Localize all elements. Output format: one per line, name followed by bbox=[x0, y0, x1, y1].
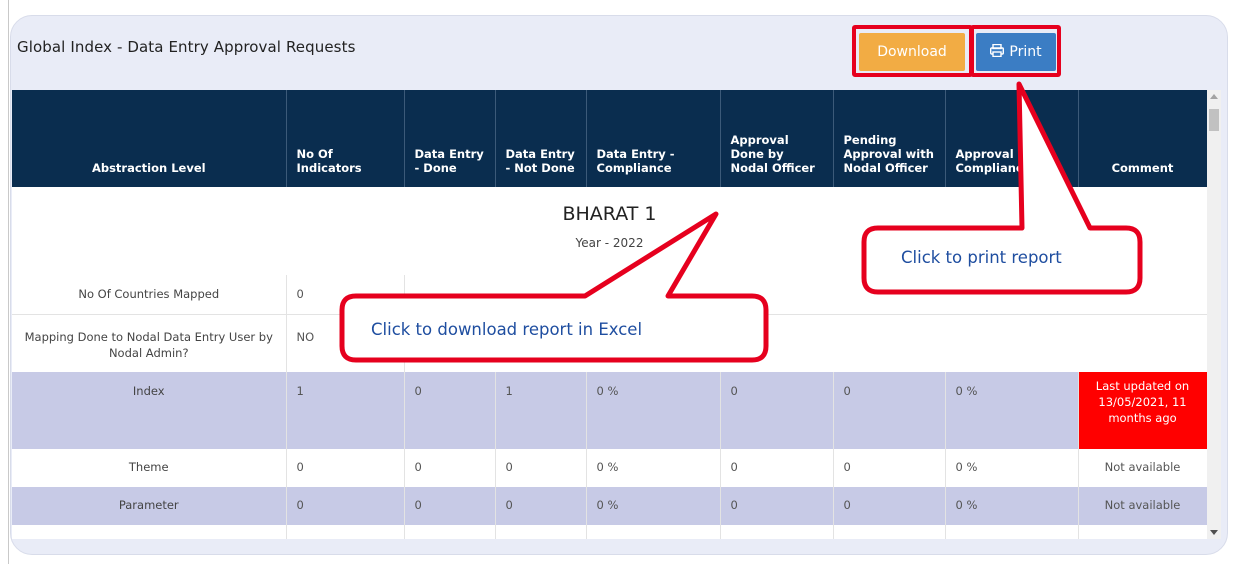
level-cell: Theme bbox=[12, 449, 287, 487]
indicators-cell: 0 bbox=[286, 449, 405, 487]
compliance-cell: 0 % bbox=[586, 372, 721, 449]
info-row: No Of Countries Mapped 0 bbox=[12, 275, 1207, 314]
indicators-cell: 0 bbox=[286, 487, 405, 525]
table-scrollbar[interactable] bbox=[1207, 90, 1221, 539]
level-cell: Index bbox=[12, 372, 287, 449]
indicators-cell: 1 bbox=[286, 372, 405, 449]
table-row: Parameter 0 0 0 0 % 0 0 0 % Not availabl… bbox=[12, 487, 1207, 525]
table-header-row: Abstraction Level No Of Indicators Data … bbox=[12, 90, 1207, 187]
column-header: Pending Approval with Nodal Officer bbox=[833, 90, 946, 187]
column-header: Data Entry - Done bbox=[404, 90, 496, 187]
pending-cell: 0 bbox=[833, 372, 946, 449]
compliance-cell: 0 % bbox=[586, 449, 721, 487]
column-header: Approval Done by Nodal Officer bbox=[720, 90, 834, 187]
done-cell: 0 bbox=[404, 449, 496, 487]
approval-table-container: Abstraction Level No Of Indicators Data … bbox=[12, 90, 1207, 539]
column-header: Data Entry - Not Done bbox=[495, 90, 587, 187]
table-row: Theme 0 0 0 0 % 0 0 0 % Not available bbox=[12, 449, 1207, 487]
approval-done-cell: 0 bbox=[720, 372, 834, 449]
not-done-cell: 0 bbox=[495, 449, 587, 487]
not-done-cell: 0 bbox=[495, 487, 587, 525]
download-callout-text: Click to download report in Excel bbox=[371, 320, 643, 339]
column-header: Data Entry - Compliance bbox=[586, 90, 721, 187]
print-highlight-box bbox=[970, 25, 1061, 77]
pending-cell: 0 bbox=[833, 487, 946, 525]
info-label: No Of Countries Mapped bbox=[12, 275, 287, 314]
info-label: Mapping Done to Nodal Data Entry User by… bbox=[12, 313, 287, 372]
scroll-thumb[interactable] bbox=[1209, 109, 1219, 131]
column-header: Approval Compliance bbox=[945, 90, 1079, 187]
done-cell: 0 bbox=[404, 487, 496, 525]
table-row bbox=[12, 525, 1207, 539]
download-highlight-box bbox=[852, 25, 973, 77]
scroll-up-arrow-icon[interactable] bbox=[1210, 94, 1218, 99]
approval-compliance-cell: 0 % bbox=[945, 487, 1079, 525]
scroll-down-arrow-icon[interactable] bbox=[1210, 530, 1218, 535]
approval-done-cell: 0 bbox=[720, 449, 834, 487]
comment-alert-cell: Last updated on 13/05/2021, 11 months ag… bbox=[1078, 372, 1207, 449]
column-header: Comment bbox=[1078, 90, 1207, 187]
level-cell: Parameter bbox=[12, 487, 287, 525]
table-row: Index 1 0 1 0 % 0 0 0 % Last updated on … bbox=[12, 372, 1207, 449]
pending-cell: 0 bbox=[833, 449, 946, 487]
column-header: No Of Indicators bbox=[286, 90, 405, 187]
country-name: BHARAT 1 bbox=[562, 203, 657, 225]
approval-compliance-cell: 0 % bbox=[945, 449, 1079, 487]
approval-table: Abstraction Level No Of Indicators Data … bbox=[12, 90, 1207, 539]
panel-title: Global Index - Data Entry Approval Reque… bbox=[17, 38, 356, 56]
not-done-cell: 1 bbox=[495, 372, 587, 449]
info-value: 0 bbox=[286, 275, 405, 314]
column-header: Abstraction Level bbox=[12, 90, 287, 187]
done-cell: 0 bbox=[404, 372, 496, 449]
approval-done-cell: 0 bbox=[720, 487, 834, 525]
comment-cell: Not available bbox=[1078, 449, 1207, 487]
compliance-cell: 0 % bbox=[586, 487, 721, 525]
comment-cell: Not available bbox=[1078, 487, 1207, 525]
print-callout-text: Click to print report bbox=[901, 248, 1062, 267]
approval-compliance-cell: 0 % bbox=[945, 372, 1079, 449]
